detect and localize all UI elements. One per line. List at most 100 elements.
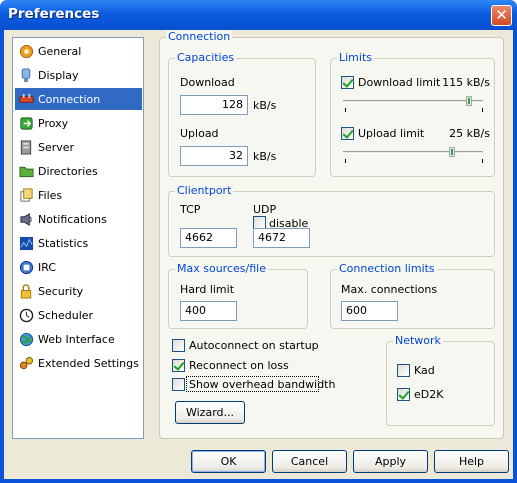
connection-limits-title: Connection limits [337,262,437,276]
sidebar-item-security[interactable]: Security [15,280,142,302]
close-button[interactable]: ✕ [491,5,512,26]
sidebar-item-label: Files [38,188,63,202]
reconnect-checkbox[interactable] [172,359,185,372]
slider-tick [345,159,346,163]
ok-button[interactable]: OK [191,450,266,473]
max-sources-group: Max sources/file Hard limit 400 [168,262,308,329]
upload-limit-slider[interactable] [449,147,456,157]
clientport-group: Clientport TCP 4662 UDP disable 4672 [168,184,495,257]
connection-panel: Connection Capacities Download 128 kB/s … [159,30,504,439]
title-bar[interactable]: Preferences ✕ [0,0,517,30]
upload-label: Upload [180,127,219,140]
sidebar-item-label: Notifications [38,212,107,226]
sidebar-item-label: Extended Settings [38,356,139,370]
sidebar-item-web-interface[interactable]: Web Interface [15,328,142,350]
tcp-port-field[interactable]: 4662 [180,228,237,248]
close-icon: ✕ [495,6,508,24]
sidebar-item-label: Directories [38,164,98,178]
autoconnect-label[interactable]: Autoconnect on startup [189,339,319,352]
gear-icon [18,43,34,59]
download-limit-value: 115 kB/s [442,76,490,89]
overhead-bandwidth-label[interactable]: Show overhead bandwidth [189,378,335,391]
help-button[interactable]: Help [434,450,509,473]
clock-icon [18,307,34,323]
dialog-client: General Display Connection Proxy Server … [4,30,513,479]
upload-limit-slider-track[interactable] [343,151,483,154]
upload-limit-checkbox[interactable] [341,127,354,140]
preferences-window: Preferences ✕ General Display Connection… [0,0,517,483]
ed2k-checkbox[interactable] [397,388,410,401]
sidebar-item-general[interactable]: General [15,40,142,62]
upload-limit-label[interactable]: Upload limit [358,127,424,140]
capacities-group: Capacities Download 128 kB/s Upload 32 k… [168,51,316,177]
network-title: Network [393,334,443,348]
kad-checkbox[interactable] [397,364,410,377]
download-capacity-field[interactable]: 128 [180,95,248,115]
sidebar-item-label: IRC [38,260,57,274]
limits-group: Limits Download limit 115 kB/s Upload li… [330,51,495,177]
statistics-icon [18,235,34,251]
kad-label[interactable]: Kad [414,364,435,377]
apply-button[interactable]: Apply [353,450,428,473]
cancel-button[interactable]: Cancel [272,450,347,473]
category-list[interactable]: General Display Connection Proxy Server … [12,37,144,439]
ed2k-label[interactable]: eD2K [414,388,443,401]
folder-icon [18,163,34,179]
overhead-bandwidth-checkbox[interactable] [172,378,185,391]
reconnect-label[interactable]: Reconnect on loss [189,359,289,372]
upload-limit-value: 25 kB/s [449,127,490,140]
autoconnect-checkbox[interactable] [172,339,185,352]
sidebar-item-notifications[interactable]: Notifications [15,208,142,230]
sidebar-item-server[interactable]: Server [15,136,142,158]
sidebar-item-label: Display [38,68,79,82]
capacities-title: Capacities [175,51,237,65]
download-limit-slider[interactable] [466,96,472,106]
slider-tick [482,108,483,112]
globe-icon [18,331,34,347]
sidebar-item-proxy[interactable]: Proxy [15,112,142,134]
sidebar-item-connection[interactable]: Connection [15,88,142,110]
wizard-button[interactable]: Wizard... [175,401,245,424]
slider-tick [482,159,483,163]
files-icon [18,187,34,203]
connection-limits-group: Connection limits Max. connections 600 [330,262,495,329]
limits-title: Limits [337,51,374,65]
network-group: Network Kad eD2K [386,334,495,426]
hard-limit-field[interactable]: 400 [180,301,237,321]
sidebar-item-label: Statistics [38,236,89,250]
sidebar-item-label: Connection [38,92,101,106]
window-title: Preferences [8,6,100,22]
sidebar-item-irc[interactable]: IRC [15,256,142,278]
hard-limit-label: Hard limit [180,283,235,296]
upload-capacity-field[interactable]: 32 [180,146,248,166]
notifications-icon [18,211,34,227]
sidebar-item-label: General [38,44,82,58]
max-sources-title: Max sources/file [175,262,268,276]
display-icon [18,67,34,83]
server-icon [18,139,34,155]
upload-unit: kB/s [253,150,277,163]
max-connections-field[interactable]: 600 [341,301,398,321]
download-limit-label[interactable]: Download limit [358,76,440,89]
sidebar-item-display[interactable]: Display [15,64,142,86]
lock-icon [18,283,34,299]
irc-icon [18,259,34,275]
download-limit-slider-track[interactable] [343,100,483,103]
sidebar-item-label: Scheduler [38,308,94,322]
clientport-title: Clientport [175,184,234,198]
proxy-icon [18,115,34,131]
sidebar-item-extended-settings[interactable]: Extended Settings [15,352,142,374]
sidebar-item-files[interactable]: Files [15,184,142,206]
connection-icon [18,91,34,107]
udp-port-field[interactable]: 4672 [253,228,310,248]
sidebar-item-label: Server [38,140,75,154]
download-limit-checkbox[interactable] [341,76,354,89]
download-label: Download [180,76,235,89]
sidebar-item-label: Security [38,284,84,298]
max-connections-label: Max. connections [341,283,438,296]
udp-label: UDP [253,203,277,216]
sidebar-item-directories[interactable]: Directories [15,160,142,182]
sidebar-item-scheduler[interactable]: Scheduler [15,304,142,326]
sidebar-item-statistics[interactable]: Statistics [15,232,142,254]
tcp-label: TCP [180,203,201,216]
